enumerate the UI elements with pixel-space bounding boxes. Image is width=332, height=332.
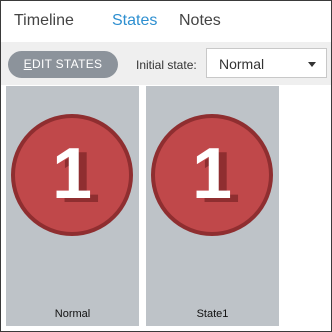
state-card-normal[interactable]: 1 1 Normal: [6, 86, 139, 326]
state-thumbnail-state1: 1 1: [151, 114, 273, 236]
edit-states-label: DIT STATES: [31, 57, 103, 71]
state-name-normal: Normal: [54, 308, 91, 320]
tab-states[interactable]: States: [112, 12, 157, 30]
chevron-down-icon: [308, 62, 316, 67]
initial-state-value: Normal: [219, 56, 265, 72]
tab-timeline[interactable]: Timeline: [14, 12, 74, 30]
state-thumbnail-normal: 1 1: [11, 114, 133, 236]
states-panel: Timeline States Notes EDIT STATES Initia…: [0, 0, 332, 332]
badge-number: 1: [192, 134, 232, 214]
initial-state-label: Initial state:: [136, 58, 197, 72]
edit-states-button[interactable]: EDIT STATES: [8, 51, 118, 78]
states-toolbar: EDIT STATES Initial state: Normal: [1, 42, 331, 85]
state-name-state1: State1: [196, 308, 229, 320]
badge-number: 1: [52, 134, 92, 214]
states-list: 1 1 Normal 1 1 State1: [1, 85, 331, 331]
initial-state-select[interactable]: Normal: [206, 48, 327, 78]
edit-states-accesskey: E: [23, 57, 32, 71]
state-card-state1[interactable]: 1 1 State1: [146, 86, 279, 326]
tab-bar: Timeline States Notes: [1, 1, 331, 41]
tab-notes[interactable]: Notes: [179, 12, 221, 30]
